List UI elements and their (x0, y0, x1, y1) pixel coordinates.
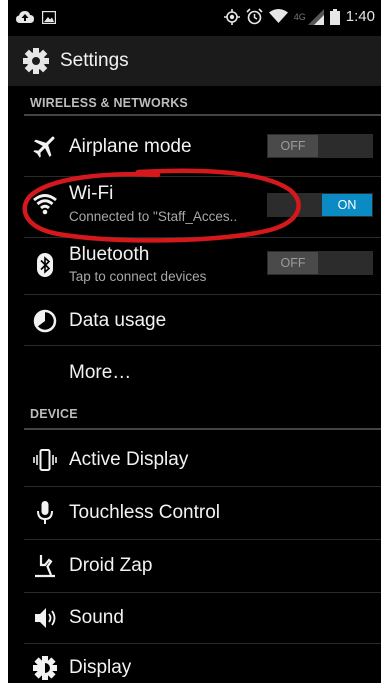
setting-bluetooth[interactable]: Bluetooth Tap to connect devices OFF (8, 238, 381, 294)
setting-label: Airplane mode (69, 136, 192, 157)
page-title: Settings (60, 50, 129, 71)
setting-label: More… (69, 362, 132, 383)
setting-label: Touchless Control (69, 502, 221, 523)
section-divider (24, 428, 381, 430)
airplane-mode-toggle[interactable]: OFF (267, 134, 373, 158)
toggle-off-state: OFF (268, 252, 318, 274)
setting-label: Wi-Fi (69, 183, 114, 204)
setting-wifi[interactable]: Wi-Fi Connected to "Staff_Acces.. ON (8, 177, 381, 237)
cloud-upload-icon (16, 11, 34, 23)
bluetooth-icon (37, 253, 53, 277)
setting-active-display[interactable]: Active Display (8, 432, 381, 486)
bluetooth-toggle[interactable]: OFF (267, 251, 373, 275)
setting-label: Data usage (69, 310, 167, 331)
status-time: 1:40 (345, 8, 375, 25)
phone-screen: 4G 1:40 Settings WIRELESS & NETWORKS Air… (8, 0, 381, 683)
setting-label: Bluetooth (69, 244, 150, 265)
setting-label: Display (69, 657, 132, 678)
microphone-icon (37, 501, 53, 524)
setting-more[interactable]: More… (8, 346, 381, 398)
active-display-icon (33, 449, 57, 471)
wifi-icon (33, 194, 57, 215)
zap-gesture-icon (35, 555, 55, 578)
setting-sound[interactable]: Sound (8, 593, 381, 643)
setting-label: Droid Zap (69, 555, 153, 576)
setting-subtitle: Tap to connect devices (69, 269, 207, 284)
setting-touchless-control[interactable]: Touchless Control (8, 487, 381, 539)
brightness-icon (33, 656, 57, 680)
setting-label: Sound (69, 607, 124, 628)
gps-icon (223, 8, 240, 25)
toggle-on-state: ON (322, 194, 372, 216)
toggle-off-state: OFF (268, 135, 318, 157)
signal-icon (307, 8, 324, 25)
airplane-icon (33, 136, 55, 158)
wifi-toggle[interactable]: ON (267, 193, 373, 217)
status-bar: 4G 1:40 (8, 0, 381, 36)
image-icon (42, 10, 56, 24)
section-header-wireless: WIRELESS & NETWORKS (30, 96, 188, 110)
wifi-icon (268, 9, 288, 23)
pie-chart-icon (33, 309, 57, 333)
setting-label: Active Display (69, 449, 189, 470)
setting-data-usage[interactable]: Data usage (8, 295, 381, 345)
gear-icon[interactable] (22, 47, 50, 75)
action-bar: Settings (8, 36, 381, 86)
network-type-label: 4G (293, 11, 306, 22)
setting-display[interactable]: Display (8, 644, 381, 683)
status-right: 4G 1:40 (223, 8, 375, 25)
setting-droid-zap[interactable]: Droid Zap (8, 540, 381, 592)
section-header-device: DEVICE (30, 407, 78, 421)
status-left (16, 10, 56, 24)
setting-airplane-mode[interactable]: Airplane mode OFF (8, 116, 381, 176)
speaker-icon (35, 608, 56, 628)
setting-subtitle: Connected to "Staff_Acces.. (69, 209, 238, 224)
battery-icon (329, 8, 340, 25)
alarm-icon (246, 8, 263, 25)
